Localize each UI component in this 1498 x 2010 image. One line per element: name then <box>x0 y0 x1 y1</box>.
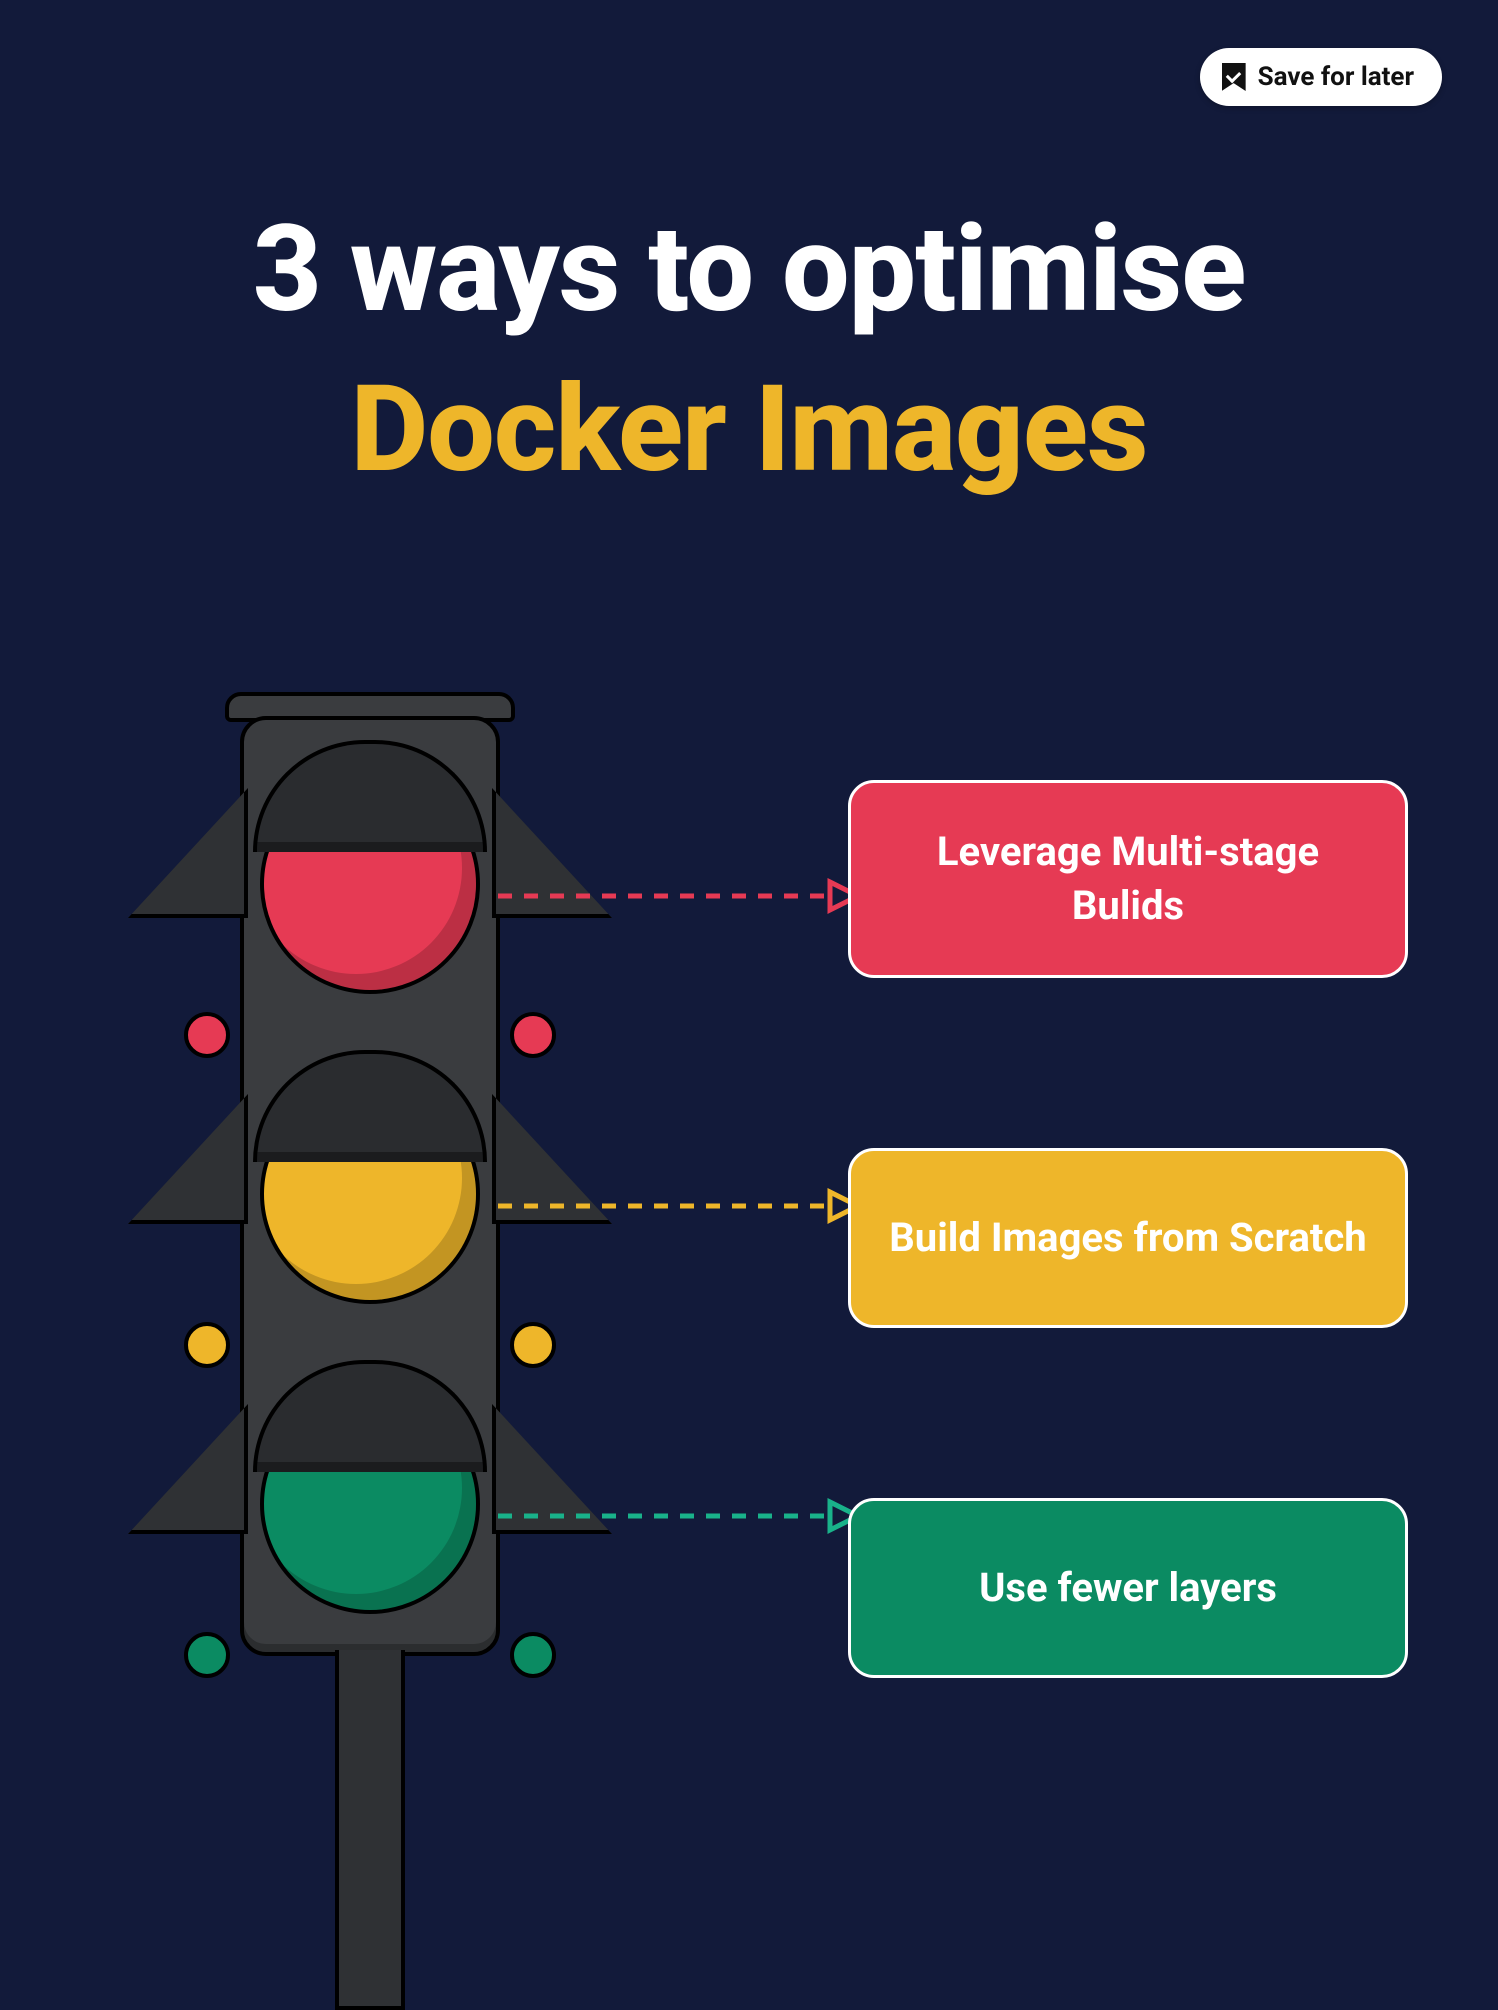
traffic-light-yellow-segment <box>244 1044 496 1344</box>
title-line-1: 3 ways to optimise <box>0 200 1498 340</box>
traffic-light-green-segment <box>244 1354 496 1654</box>
callout-red-text: Leverage Multi-stage Bulids <box>889 825 1367 933</box>
visor <box>253 1360 487 1472</box>
arrow-yellow-icon <box>498 1176 858 1236</box>
callout-red: Leverage Multi-stage Bulids <box>848 780 1408 978</box>
fin-left <box>128 788 248 918</box>
visor <box>253 740 487 852</box>
arrow-green-icon <box>498 1486 858 1546</box>
traffic-light-red-segment <box>244 734 496 1034</box>
bulb-right <box>510 1012 556 1058</box>
callout-yellow-text: Build Images from Scratch <box>889 1211 1366 1265</box>
fin-left <box>128 1404 248 1534</box>
bulb-left <box>184 1012 230 1058</box>
save-for-later-button[interactable]: Save for later <box>1200 48 1442 106</box>
traffic-light-pole <box>335 1650 405 2010</box>
fin-left <box>128 1094 248 1224</box>
bulb-left <box>184 1632 230 1678</box>
bulb-right <box>510 1632 556 1678</box>
bulb-right <box>510 1322 556 1368</box>
page-title: 3 ways to optimise Docker Images <box>0 200 1498 500</box>
callout-green: Use fewer layers <box>848 1498 1408 1678</box>
bulb-left <box>184 1322 230 1368</box>
title-line-2: Docker Images <box>0 360 1498 500</box>
bookmark-icon <box>1222 63 1246 91</box>
traffic-light-body <box>240 716 500 1656</box>
visor <box>253 1050 487 1162</box>
callout-green-text: Use fewer layers <box>979 1561 1277 1615</box>
save-for-later-label: Save for later <box>1258 62 1414 92</box>
callout-list: Leverage Multi-stage Bulids Build Images… <box>848 780 1408 1678</box>
callout-yellow: Build Images from Scratch <box>848 1148 1408 1328</box>
arrow-red-icon <box>498 866 858 926</box>
